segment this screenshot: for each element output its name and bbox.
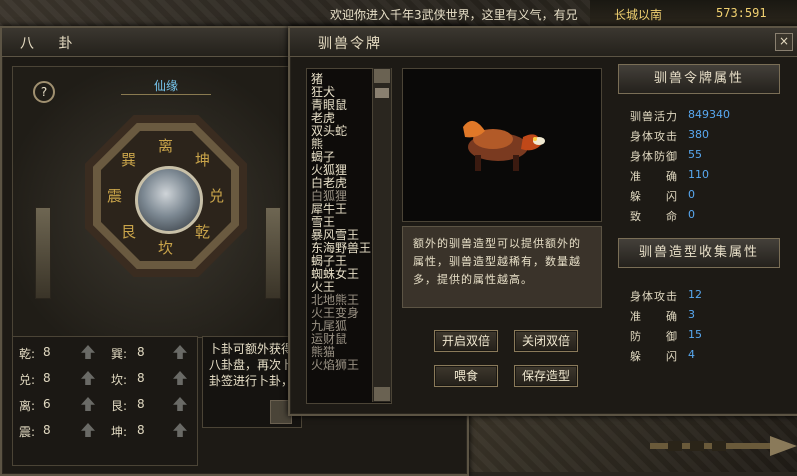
stat-row: 乾: 8 巽: 8 (13, 345, 197, 371)
attr-value: 3 (688, 308, 695, 321)
attr-row: 准 确 110 (630, 168, 790, 186)
trigram-xun[interactable]: 巽 (121, 149, 136, 170)
stat-label: 巽: (111, 347, 128, 361)
attr-value: 380 (688, 128, 709, 141)
attr-row: 身体防御 55 (630, 148, 790, 166)
upgrade-arrow-icon[interactable] (81, 371, 95, 385)
location-name: 长城以南 (614, 8, 663, 22)
close-button[interactable]: × (775, 33, 793, 51)
stat-value: 8 (137, 423, 145, 437)
attr-value: 4 (688, 348, 695, 361)
beast-info: 额外的驯兽造型可以提供额外的属性，驯兽造型越稀有，数量越多，提供的属性越高。 (402, 226, 602, 308)
trigram-kan[interactable]: 坎 (158, 237, 173, 258)
attr-row: 身体攻击 380 (630, 128, 790, 146)
shape-attr-header: 驯兽造型收集属性 (618, 238, 780, 268)
stat-label: 震: (19, 425, 36, 439)
trigram-li[interactable]: 离 (158, 135, 173, 156)
attr-row: 驯兽活力 849340 (630, 108, 790, 126)
upgrade-arrow-icon[interactable] (173, 345, 187, 359)
bagua-wheel-panel: ? 仙缘 离 坤 兑 乾 坎 艮 震 巽 (12, 66, 304, 338)
sword-icon (650, 436, 797, 456)
token-attr-header: 驯兽令牌属性 (618, 64, 780, 94)
trigram-qian[interactable]: 乾 (195, 221, 210, 242)
attr-label: 躲 闪 (630, 190, 678, 203)
stat-value: 8 (137, 397, 145, 411)
stat-label: 艮: (111, 399, 128, 413)
chat-message: 欢迎你进入千年3武侠世界，这里有义气，有兄 (330, 8, 578, 22)
attr-row: 防 御 15 (630, 328, 790, 346)
trigram-zhen[interactable]: 震 (107, 185, 122, 206)
scroll-down-icon[interactable] (374, 387, 390, 401)
scroll-thumb[interactable] (375, 88, 389, 98)
attr-label: 驯兽活力 (630, 110, 678, 123)
attr-label: 躲 闪 (630, 350, 678, 363)
upgrade-arrow-icon[interactable] (81, 397, 95, 411)
open-double-button[interactable]: 开启双倍 (434, 330, 498, 352)
pet-preview (402, 68, 602, 222)
bagua-description-text: 卜卦可额外获得八卦盘，再次卜卦签进行卜卦， (209, 342, 294, 388)
location-bar: 长城以南 573:591 (590, 0, 797, 29)
bagua-center-orb[interactable] (135, 166, 203, 234)
trigram-dui[interactable]: 兑 (209, 185, 224, 206)
stat-row: 离: 6 艮: 8 (13, 397, 197, 423)
attr-row: 躲 闪 0 (630, 188, 790, 206)
stat-label: 坤: (111, 425, 128, 439)
attr-value: 12 (688, 288, 702, 301)
left-gauge (35, 207, 51, 299)
trigram-stats: 乾: 8 巽: 8 兑: 8 坎: 8 离: 6 艮: 8 震: 8 坤: 8 (12, 336, 198, 466)
save-shape-button[interactable]: 保存造型 (514, 365, 578, 387)
attr-value: 110 (688, 168, 709, 181)
attr-label: 身体防御 (630, 150, 678, 163)
attr-row: 躲 闪 4 (630, 348, 790, 366)
beast-info-text: 额外的驯兽造型可以提供额外的属性，驯兽造型越稀有，数量越多，提供的属性越高。 (413, 237, 581, 286)
stat-value: 8 (43, 345, 51, 359)
attr-label: 致 命 (630, 210, 678, 223)
stat-label: 坎: (111, 373, 128, 387)
attr-row: 身体攻击 12 (630, 288, 790, 306)
beast-token-window: 驯兽令牌 × 猪 狂犬 青眼鼠 老虎 双头蛇 熊 蝎子 火狐狸 白老虎 白狐狸 … (288, 26, 797, 416)
stat-label: 乾: (19, 347, 36, 361)
location-coords: 573:591 (716, 6, 767, 20)
attr-label: 防 御 (630, 330, 678, 343)
attr-label: 准 确 (630, 170, 678, 183)
beast-list-scrollbar[interactable] (372, 68, 391, 402)
upgrade-arrow-icon[interactable] (173, 423, 187, 437)
attr-value: 849340 (688, 108, 730, 121)
stat-row: 震: 8 坤: 8 (13, 423, 197, 449)
stat-value: 8 (43, 423, 51, 437)
attr-label: 身体攻击 (630, 130, 678, 143)
upgrade-arrow-icon[interactable] (173, 397, 187, 411)
bagua-title: 八 卦 (20, 36, 83, 52)
stat-row: 兑: 8 坎: 8 (13, 371, 197, 397)
attr-value: 0 (688, 188, 695, 201)
help-icon[interactable]: ? (33, 81, 55, 103)
attr-label: 准 确 (630, 310, 678, 323)
tab-xianyuan[interactable]: 仙缘 (121, 77, 211, 95)
scroll-up-icon[interactable] (374, 69, 390, 83)
right-gauge (265, 207, 281, 299)
beast-titlebar[interactable]: 驯兽令牌 × (290, 28, 797, 57)
attr-value: 0 (688, 208, 695, 221)
close-double-button[interactable]: 关闭双倍 (514, 330, 578, 352)
beast-title: 驯兽令牌 (318, 36, 382, 52)
stat-value: 8 (43, 371, 51, 385)
stat-value: 6 (43, 397, 51, 411)
upgrade-arrow-icon[interactable] (81, 345, 95, 359)
trigram-kun[interactable]: 坤 (195, 149, 210, 170)
trigram-gen[interactable]: 艮 (121, 221, 136, 242)
beast-sprite-icon (463, 120, 545, 171)
upgrade-arrow-icon[interactable] (81, 423, 95, 437)
stat-label: 兑: (19, 373, 36, 387)
attr-row: 准 确 3 (630, 308, 790, 326)
attr-label: 身体攻击 (630, 290, 678, 303)
feed-button[interactable]: 喂食 (434, 365, 498, 387)
attr-value: 15 (688, 328, 702, 341)
stat-value: 8 (137, 345, 145, 359)
stat-value: 8 (137, 371, 145, 385)
upgrade-arrow-icon[interactable] (173, 371, 187, 385)
attr-row: 致 命 0 (630, 208, 790, 226)
stat-label: 离: (19, 399, 36, 413)
attr-value: 55 (688, 148, 702, 161)
